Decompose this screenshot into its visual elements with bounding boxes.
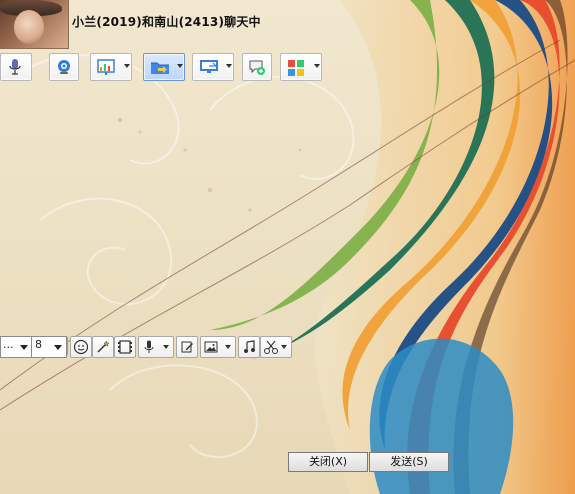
chevron-down-icon <box>225 345 231 349</box>
magic-effect-button[interactable] <box>92 336 114 358</box>
edit-button[interactable] <box>176 336 198 358</box>
create-discussion-button[interactable] <box>242 53 272 81</box>
font-size-value: 8 <box>35 338 42 351</box>
send-button[interactable]: 发送(S) <box>369 452 449 472</box>
apps-icon <box>288 60 304 76</box>
avatar <box>0 0 69 49</box>
chevron-down-icon <box>177 64 183 68</box>
send-button-label: 发送(S) <box>390 455 428 468</box>
font-name-value: ... <box>3 338 14 351</box>
scissors-icon <box>264 340 278 354</box>
webcam-icon <box>58 60 70 74</box>
avatar-face <box>14 10 44 44</box>
format-toolbar: ... 8 <box>0 334 300 360</box>
chevron-down-icon <box>54 345 62 350</box>
window-title: 小兰(2019)和南山(2413)聊天中 <box>72 15 261 29</box>
apps-button[interactable] <box>280 53 322 81</box>
magic-wand-icon <box>97 340 110 353</box>
screenshot-button[interactable] <box>260 336 292 358</box>
microphone-icon <box>9 59 21 75</box>
new-message-icon <box>249 60 265 75</box>
separator <box>67 337 68 355</box>
font-name-dropdown[interactable]: ... <box>0 336 32 358</box>
chevron-down-icon <box>124 64 130 68</box>
chevron-down-icon <box>226 64 232 68</box>
top-toolbar <box>0 53 330 81</box>
close-button[interactable]: 关闭(X) <box>288 452 368 472</box>
font-size-dropdown[interactable]: 8 <box>31 336 67 358</box>
pencil-icon <box>181 341 193 353</box>
voice-message-button[interactable] <box>138 336 174 358</box>
image-button[interactable] <box>200 336 236 358</box>
folder-transfer-icon <box>151 62 169 74</box>
video-chat-button[interactable] <box>49 53 79 81</box>
share-screen-button[interactable] <box>90 53 132 81</box>
chevron-down-icon <box>314 64 320 68</box>
chevron-down-icon <box>281 345 287 349</box>
slideshow-icon <box>97 59 115 75</box>
emoji-button[interactable] <box>70 336 92 358</box>
film-icon <box>118 340 132 354</box>
chevron-down-icon <box>20 345 28 350</box>
microphone-icon <box>144 340 154 353</box>
smiley-icon <box>73 339 89 355</box>
music-button[interactable] <box>238 336 260 358</box>
remote-assist-button[interactable] <box>192 53 234 81</box>
voice-chat-button[interactable] <box>0 53 32 81</box>
remote-desktop-icon <box>200 60 218 73</box>
chevron-down-icon <box>163 345 169 349</box>
close-button-label: 关闭(X) <box>308 455 348 468</box>
capture-button[interactable] <box>114 336 136 358</box>
music-note-icon <box>244 340 255 353</box>
image-icon <box>204 341 218 353</box>
send-file-button[interactable] <box>143 53 185 81</box>
